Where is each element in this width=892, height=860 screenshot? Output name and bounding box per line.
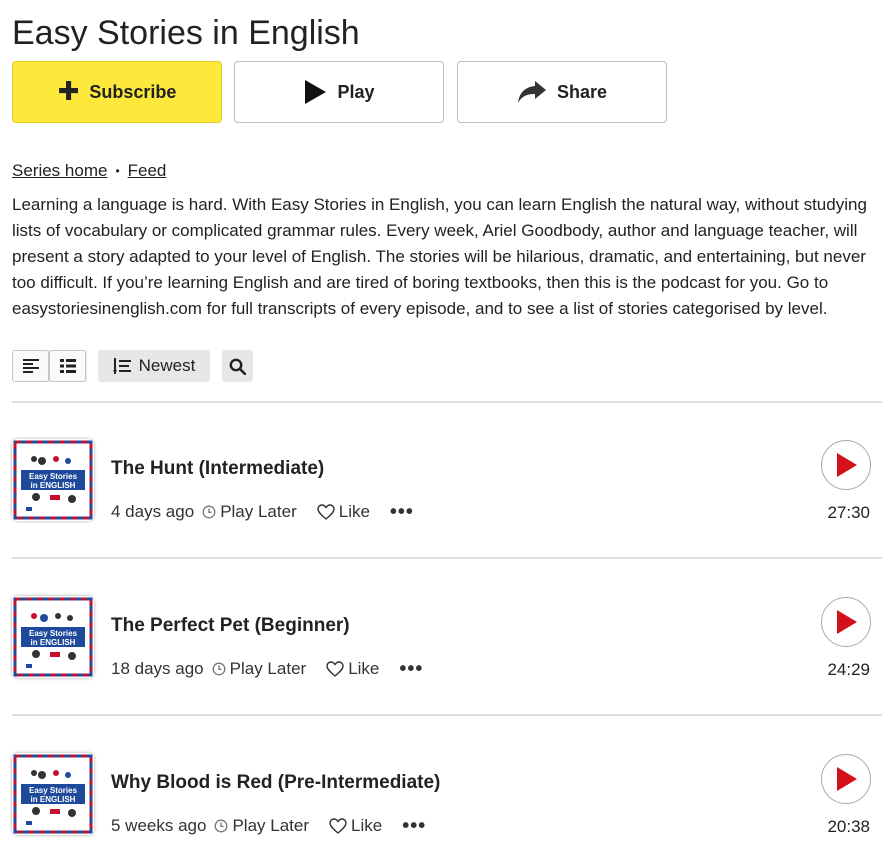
subscribe-label: Subscribe [89, 81, 177, 102]
share-icon [517, 81, 546, 103]
episode-cover-image[interactable]: Easy Stories in ENGLISH [12, 753, 94, 835]
episode-cover-image[interactable]: Easy Stories in ENGLISH [12, 596, 94, 678]
like-button[interactable]: Like [329, 816, 382, 836]
play-later-label: Play Later [229, 659, 307, 678]
play-label: Play [337, 81, 375, 102]
like-button[interactable]: Like [317, 502, 370, 522]
episode-age: 5 weeks ago [111, 816, 207, 835]
heart-icon [326, 661, 344, 677]
cover-line-1: Easy Stories [29, 786, 78, 795]
play-later-label: Play Later [232, 816, 309, 835]
episode-title[interactable]: The Perfect Pet (Beginner) [111, 615, 350, 637]
play-later-label: Play Later [220, 502, 297, 521]
plus-icon: ✚ [57, 76, 80, 106]
share-button[interactable]: Share [457, 61, 667, 123]
sort-button[interactable]: Newest [98, 350, 210, 382]
episode-play-button[interactable] [821, 754, 871, 804]
episode-play-button[interactable] [821, 597, 871, 647]
search-icon [229, 358, 246, 375]
search-button[interactable] [222, 350, 253, 382]
clock-icon [212, 662, 226, 676]
play-icon [837, 610, 857, 634]
play-later-button[interactable]: Play Later [212, 659, 307, 679]
episode-play-button[interactable] [821, 440, 871, 490]
episode-meta: 18 days ago Play Later Like ••• [111, 659, 423, 679]
episode-row[interactable]: Easy Stories in ENGLISH Why Blood is Red… [12, 753, 882, 843]
subscribe-button[interactable]: ✚ Subscribe [12, 61, 222, 123]
compact-view-button[interactable] [12, 350, 49, 382]
play-icon [837, 453, 857, 477]
episode-duration: 20:38 [827, 817, 870, 836]
divider [12, 714, 882, 716]
heart-icon [317, 504, 335, 520]
series-description: Learning a language is hard. With Easy S… [12, 195, 867, 318]
breadcrumb-separator: • [115, 164, 120, 178]
like-label: Like [338, 502, 370, 521]
episode-age: 4 days ago [111, 502, 195, 521]
list-icon [59, 359, 76, 373]
episode-title[interactable]: Why Blood is Red (Pre-Intermediate) [111, 772, 440, 794]
play-icon [305, 80, 327, 104]
more-options-button[interactable]: ••• [399, 659, 423, 679]
page-title: Easy Stories in English [12, 14, 360, 52]
heart-icon [329, 818, 347, 834]
align-left-icon [22, 359, 39, 373]
play-later-button[interactable]: Play Later [214, 816, 309, 836]
cover-line-2: in ENGLISH [31, 481, 76, 490]
play-button[interactable]: Play [234, 61, 444, 123]
episode-duration: 27:30 [827, 503, 870, 522]
episode-meta: 5 weeks ago Play Later Like ••• [111, 816, 426, 836]
episode-duration: 24:29 [827, 660, 870, 679]
episode-title[interactable]: The Hunt (Intermediate) [111, 458, 324, 480]
divider [12, 401, 882, 403]
sort-icon [112, 358, 131, 374]
like-label: Like [348, 659, 380, 678]
sort-label: Newest [138, 356, 196, 375]
episode-row[interactable]: Easy Stories in ENGLISH The Hunt (Interm… [12, 439, 882, 529]
series-home-link[interactable]: Series home [12, 161, 107, 181]
play-icon [837, 767, 857, 791]
cover-line-1: Easy Stories [29, 472, 78, 481]
cover-line-1: Easy Stories [29, 629, 78, 638]
like-label: Like [351, 816, 383, 835]
more-options-button[interactable]: ••• [402, 816, 426, 836]
share-label: Share [556, 81, 608, 102]
episode-meta: 4 days ago Play Later Like ••• [111, 502, 414, 522]
episode-cover-image[interactable]: Easy Stories in ENGLISH [12, 439, 94, 521]
cover-line-2: in ENGLISH [31, 638, 76, 647]
clock-icon [202, 505, 216, 519]
view-toggle [12, 350, 87, 382]
like-button[interactable]: Like [326, 659, 379, 679]
feed-link[interactable]: Feed [128, 161, 167, 181]
clock-icon [215, 819, 228, 833]
play-later-button[interactable]: Play Later [202, 502, 297, 522]
detailed-view-button[interactable] [49, 350, 86, 382]
divider [12, 557, 882, 559]
breadcrumb: Series home • Feed [12, 161, 166, 181]
episode-age: 18 days ago [111, 659, 204, 678]
more-options-button[interactable]: ••• [390, 502, 414, 522]
episode-row[interactable]: Easy Stories in ENGLISH The Perfect Pet … [12, 596, 882, 686]
cover-line-2: in ENGLISH [31, 795, 76, 804]
